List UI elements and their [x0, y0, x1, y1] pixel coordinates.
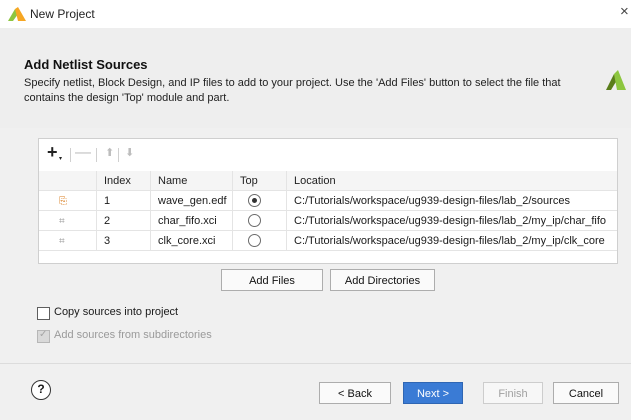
help-icon[interactable]: ? — [31, 380, 51, 400]
title-bar: New Project × — [0, 0, 631, 28]
row-name: char_fifo.xci — [150, 210, 233, 231]
ip-chip-icon: ⌗ — [59, 215, 65, 227]
column-header-location[interactable]: Location — [286, 171, 617, 191]
column-header-index[interactable]: Index — [96, 171, 151, 191]
move-down-icon[interactable]: ⬇ — [125, 146, 134, 174]
column-header-name[interactable]: Name — [150, 171, 233, 191]
xilinx-logo-icon — [606, 70, 626, 90]
ip-chip-icon: ⌗ — [59, 235, 65, 247]
remove-icon[interactable]: — — [75, 144, 91, 172]
table-row[interactable]: ⌗ 3 clk_core.xci C:/Tutorials/workspace/… — [39, 230, 617, 251]
window-title: New Project — [30, 7, 95, 21]
table-header-row: Index Name Top Location — [39, 171, 617, 191]
row-name: wave_gen.edf — [150, 190, 233, 211]
next-button[interactable]: Next > — [403, 382, 463, 404]
toolbar-divider — [96, 148, 97, 162]
finish-button: Finish — [483, 382, 543, 404]
cancel-button[interactable]: Cancel — [553, 382, 619, 404]
column-header-icon — [39, 171, 97, 191]
add-files-button[interactable]: Add Files — [221, 269, 323, 291]
footer-divider — [0, 363, 631, 364]
toolbar-divider — [70, 148, 71, 162]
row-name: clk_core.xci — [150, 230, 233, 251]
netlist-file-icon: ⎘ — [59, 195, 67, 207]
row-location: C:/Tutorials/workspace/ug939-design-file… — [286, 210, 617, 231]
add-dropdown-icon[interactable]: ▾ — [59, 155, 62, 162]
sources-table-panel: + ▾ — ⬆ ⬇ Index Name Top Location ⎘ 1 wa… — [38, 138, 618, 264]
copy-sources-checkbox[interactable] — [37, 307, 50, 320]
table-row[interactable]: ⌗ 2 char_fifo.xci C:/Tutorials/workspace… — [39, 210, 617, 231]
add-directories-button[interactable]: Add Directories — [330, 269, 435, 291]
page-description: Specify netlist, Block Design, and IP fi… — [24, 77, 561, 104]
back-button[interactable]: < Back — [319, 382, 391, 404]
toolbar-divider — [118, 148, 119, 162]
add-subdirs-label: Add sources from subdirectories — [54, 329, 212, 341]
page-heading: Add Netlist Sources — [24, 57, 148, 72]
row-index: 3 — [96, 230, 151, 251]
sources-table: Index Name Top Location ⎘ 1 wave_gen.edf… — [39, 171, 617, 251]
column-header-top[interactable]: Top — [232, 171, 287, 191]
vivado-app-icon — [8, 7, 26, 21]
top-radio[interactable] — [248, 214, 261, 227]
move-up-icon[interactable]: ⬆ — [105, 146, 114, 174]
close-icon[interactable]: × — [620, 3, 631, 20]
row-location: C:/Tutorials/workspace/ug939-design-file… — [286, 190, 617, 211]
add-icon[interactable]: + — [47, 142, 58, 170]
copy-sources-label: Copy sources into project — [54, 306, 179, 318]
add-subdirs-checkbox — [37, 329, 50, 343]
top-radio[interactable] — [248, 234, 261, 247]
row-index: 1 — [96, 190, 151, 211]
top-radio[interactable] — [248, 194, 261, 207]
row-index: 2 — [96, 210, 151, 231]
row-location: C:/Tutorials/workspace/ug939-design-file… — [286, 230, 617, 251]
table-row[interactable]: ⎘ 1 wave_gen.edf C:/Tutorials/workspace/… — [39, 190, 617, 211]
